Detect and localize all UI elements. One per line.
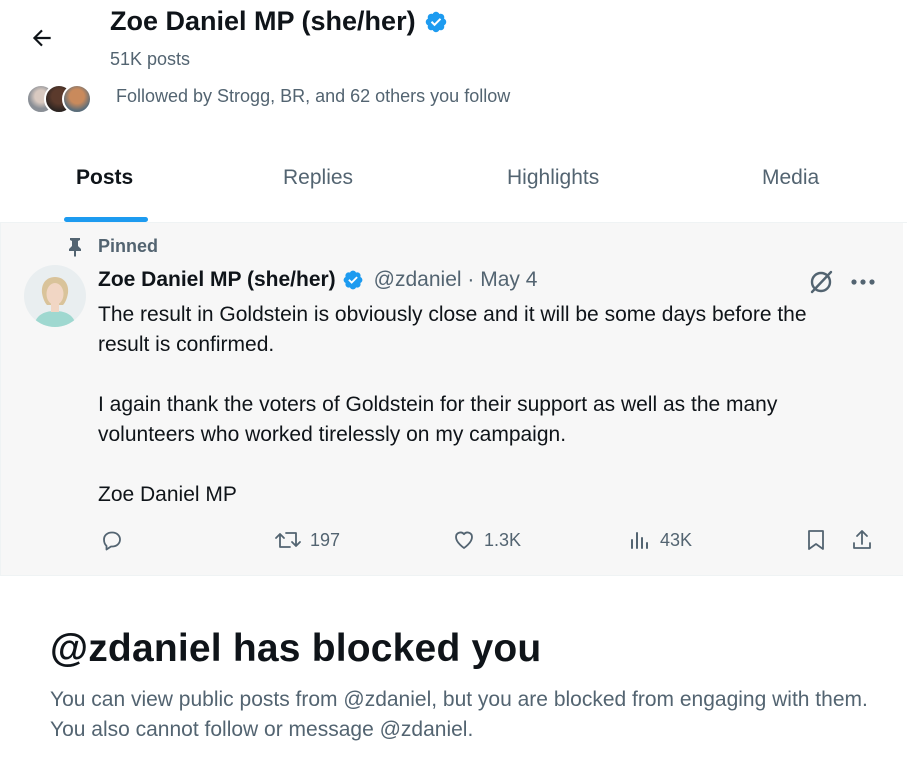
repost-count: 197	[310, 529, 341, 550]
post-paragraph: The result in Goldstein is obviously clo…	[98, 303, 807, 356]
bookmark-button[interactable]	[804, 528, 828, 552]
more-options-icon[interactable]	[848, 268, 878, 296]
arrow-left-icon	[32, 29, 51, 47]
tab-media[interactable]: Media	[762, 166, 819, 222]
reply-icon	[103, 531, 121, 551]
repost-button[interactable]: 197	[274, 528, 340, 552]
views-chart-icon	[631, 532, 648, 549]
blocked-heading: @zdaniel has blocked you	[50, 627, 542, 670]
grok-icon[interactable]	[806, 268, 836, 296]
tab-replies[interactable]: Replies	[283, 166, 353, 222]
reply-button[interactable]	[100, 528, 124, 552]
author-avatar-image	[24, 265, 86, 327]
tab-highlights[interactable]: Highlights	[507, 166, 599, 222]
post-text: The result in Goldstein is obviously clo…	[98, 300, 858, 510]
share-button[interactable]	[850, 528, 874, 552]
posts-count: 51K posts	[110, 49, 191, 69]
verified-badge-icon	[343, 270, 363, 290]
profile-name-header: Zoe Daniel MP (she/her)	[110, 6, 448, 37]
followed-by-text[interactable]: Followed by Strogg, BR, and 62 others yo…	[116, 86, 510, 107]
share-icon	[853, 530, 871, 549]
views-count: 43K	[660, 529, 693, 550]
followers-avatars[interactable]	[26, 84, 92, 114]
views-button[interactable]: 43K	[628, 528, 692, 552]
post-paragraph: Zoe Daniel MP	[98, 483, 237, 506]
pinned-indicator: Pinned	[66, 236, 158, 257]
pinned-label: Pinned	[98, 236, 159, 256]
verified-badge-icon	[425, 11, 446, 32]
like-count: 1.3K	[484, 529, 522, 550]
pin-icon	[69, 237, 81, 257]
repost-icon	[275, 532, 301, 548]
post-paragraph: I again thank the voters of Goldstein fo…	[98, 393, 778, 446]
heart-icon	[455, 531, 473, 549]
author-avatar[interactable]	[24, 265, 86, 327]
bookmark-icon	[808, 530, 824, 550]
author-name[interactable]: Zoe Daniel MP (she/her)	[98, 268, 336, 292]
blocked-description: You can view public posts from @zdaniel,…	[50, 688, 868, 741]
tab-posts[interactable]: Posts	[76, 166, 133, 222]
post-header: Zoe Daniel MP (she/her) @zdaniel · May 4	[98, 268, 537, 292]
back-button[interactable]	[22, 20, 62, 56]
follower-avatar	[62, 84, 92, 114]
profile-name: Zoe Daniel MP (she/her)	[110, 6, 416, 36]
author-handle-date[interactable]: @zdaniel · May 4	[374, 268, 538, 292]
like-button[interactable]: 1.3K	[452, 528, 521, 552]
